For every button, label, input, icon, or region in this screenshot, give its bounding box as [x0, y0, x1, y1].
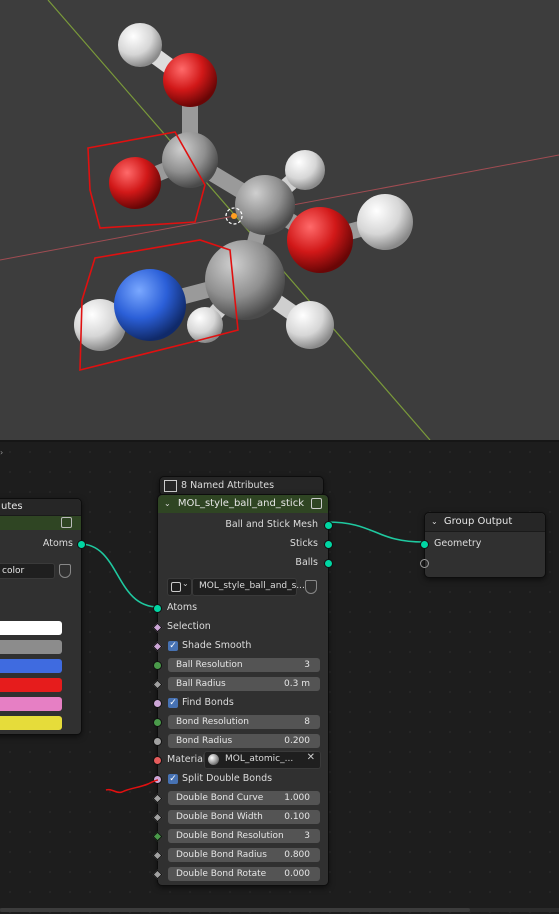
output-ball-and-stick-mesh: Ball and Stick Mesh: [225, 519, 318, 530]
selection-label: Selection: [167, 621, 211, 632]
left-node-header-bar: [0, 516, 81, 530]
bond-radius-socket[interactable]: [153, 737, 162, 746]
atoms-input-socket[interactable]: [153, 604, 162, 613]
atoms-input-label: Atoms: [167, 602, 198, 613]
datablock-browse-button[interactable]: ⌄: [167, 578, 192, 596]
datablock-name-field[interactable]: MOL_style_ball_and_s...: [192, 578, 305, 596]
geometry-input-label: Geometry: [434, 538, 482, 549]
color-field[interactable]: color: [0, 563, 55, 579]
ball-and-stick-header[interactable]: ⌄ MOL_style_ball_and_stick: [158, 495, 328, 513]
split-double-bonds-label: Split Double Bonds: [182, 773, 273, 784]
bond-radius-field[interactable]: Bond Radius 0.200: [168, 734, 320, 748]
double-bond-rotate-field[interactable]: Double Bond Rotate 0.000: [168, 867, 320, 881]
ball-radius-field[interactable]: Ball Radius 0.3 m: [168, 677, 320, 691]
group-output-header[interactable]: ⌄ Group Output: [425, 513, 545, 532]
output-balls: Balls: [295, 557, 318, 568]
output-mesh-socket[interactable]: [324, 521, 333, 530]
find-bonds-socket[interactable]: [153, 699, 162, 708]
left-node[interactable]: utes Atoms color: [0, 498, 86, 735]
bond-resolution-socket[interactable]: [153, 718, 162, 727]
annotation-scribble: [105, 779, 159, 794]
dropdown-chevron-icon: ⌄: [182, 579, 189, 588]
group-output-node[interactable]: ⌄ Group Output Geometry: [420, 512, 546, 578]
bond-resolution-field[interactable]: Bond Resolution 8: [168, 715, 320, 729]
clear-x-icon[interactable]: ✕: [307, 752, 315, 763]
fake-user-shield-icon[interactable]: [305, 580, 317, 594]
color-swatch-blue[interactable]: [0, 659, 62, 673]
find-bonds-checkbox[interactable]: ✓: [168, 698, 178, 708]
named-attributes-node[interactable]: 8 Named Attributes: [159, 476, 324, 496]
shade-smooth-checkbox[interactable]: ✓: [168, 641, 178, 651]
scrollbar-thumb[interactable]: [0, 908, 470, 912]
node-group-icon[interactable]: [311, 498, 322, 509]
horizontal-scrollbar[interactable]: [0, 908, 559, 912]
left-node-title: utes: [0, 499, 81, 516]
atoms-output-socket[interactable]: [77, 540, 86, 549]
collapse-chevron-icon[interactable]: ⌄: [431, 517, 438, 526]
named-attributes-title: 8 Named Attributes: [181, 480, 275, 491]
double-bond-curve-field[interactable]: Double Bond Curve 1.000: [168, 791, 320, 805]
color-swatch-yellow[interactable]: [0, 716, 62, 730]
node-editor[interactable]: › utes Atoms color 8 Named Attributes ⌄ …: [0, 442, 559, 914]
color-swatch-gray[interactable]: [0, 640, 62, 654]
double-bond-resolution-field[interactable]: Double Bond Resolution 3: [168, 829, 320, 843]
find-bonds-label: Find Bonds: [182, 697, 234, 708]
group-output-title: Group Output: [443, 516, 513, 527]
node-title: MOL_style_ball_and_stick: [177, 498, 304, 509]
ball-and-stick-node[interactable]: ⌄ MOL_style_ball_and_stick Ball and Stic…: [152, 494, 333, 886]
color-swatch-white[interactable]: [0, 621, 62, 635]
output-sticks-socket[interactable]: [324, 540, 333, 549]
collapse-chevron-icon[interactable]: ⌄: [164, 499, 171, 508]
atoms-output-label: Atoms: [42, 538, 73, 549]
double-bond-width-field[interactable]: Double Bond Width 0.100: [168, 810, 320, 824]
ball-resolution-field[interactable]: Ball Resolution 3: [168, 658, 320, 672]
split-double-bonds-checkbox[interactable]: ✓: [168, 774, 178, 784]
node-tree-icon: [171, 582, 181, 592]
attribute-icon: [164, 480, 177, 492]
material-sphere-icon: [208, 754, 219, 765]
3d-viewport[interactable]: [0, 0, 559, 440]
output-balls-socket[interactable]: [324, 559, 333, 568]
geometry-input-socket[interactable]: [420, 540, 429, 549]
ball-resolution-socket[interactable]: [153, 661, 162, 670]
material-selector[interactable]: MOL_atomic_... ✕: [204, 751, 321, 769]
node-group-icon[interactable]: [61, 517, 72, 528]
fake-user-shield-icon[interactable]: [59, 564, 71, 578]
material-label: Material:: [167, 754, 209, 765]
empty-input-socket[interactable]: [420, 559, 429, 568]
double-bond-radius-field[interactable]: Double Bond Radius 0.800: [168, 848, 320, 862]
color-swatch-red[interactable]: [0, 678, 62, 692]
material-socket[interactable]: [153, 756, 162, 765]
shade-smooth-label: Shade Smooth: [182, 640, 252, 651]
color-swatch-pink[interactable]: [0, 697, 62, 711]
molecule-scene: [0, 0, 559, 440]
output-sticks: Sticks: [289, 538, 318, 549]
